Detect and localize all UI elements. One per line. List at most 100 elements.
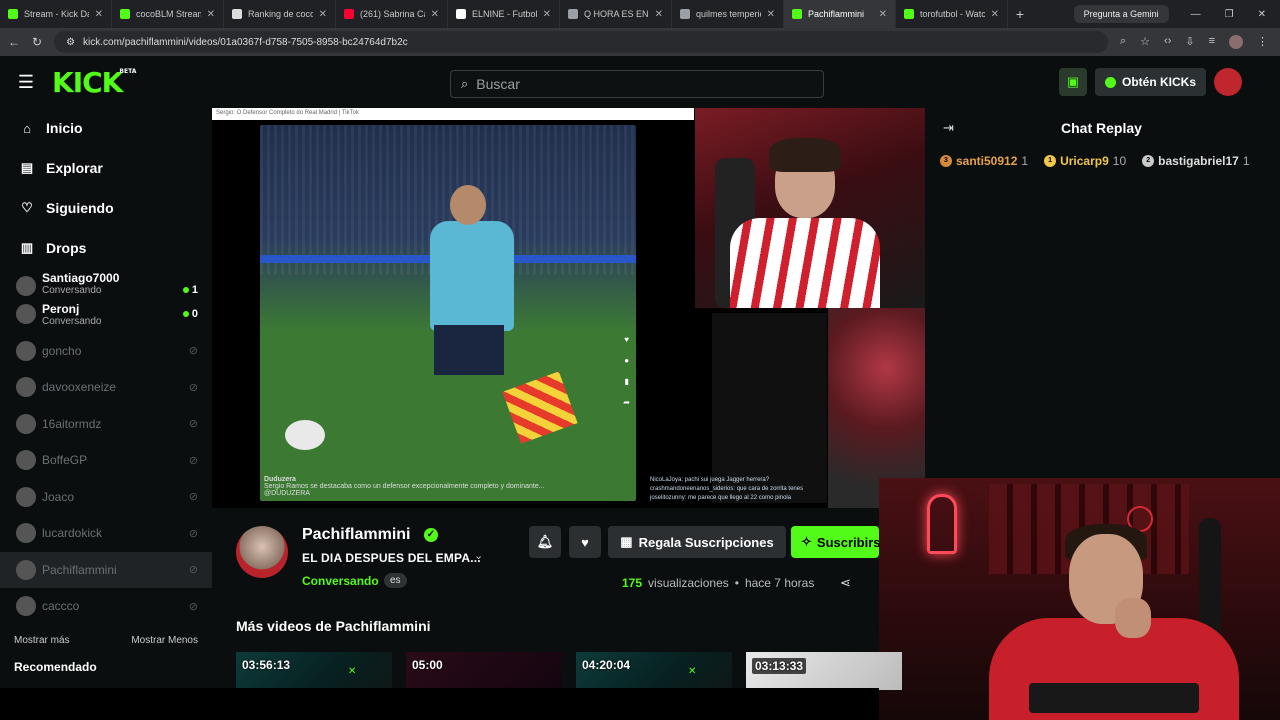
kick-logo[interactable]: KICK BETA — [52, 66, 136, 99]
search-input[interactable] — [476, 76, 777, 92]
chevron-down-icon[interactable]: ⌄ — [474, 549, 483, 562]
channel-avatar — [16, 413, 36, 434]
followed-channel[interactable]: Joaco ⊘ — [0, 479, 212, 516]
tab-close-icon[interactable]: ✕ — [431, 9, 439, 20]
hamburger-menu-icon[interactable]: ☰ — [0, 72, 52, 93]
video-duration: 03:56:13 — [242, 658, 291, 672]
tiktok-caption: Duduzera Sergio Ramos se destacaba como … — [264, 476, 545, 497]
leaderboard-entry[interactable]: 3 santi50912 1 — [940, 154, 1028, 168]
tab-favicon-icon — [344, 9, 354, 19]
tab-close-icon[interactable]: ✕ — [655, 9, 663, 20]
tab-close-icon[interactable]: ✕ — [319, 9, 327, 20]
sidebar-nav-siguiendo[interactable]: ♡ Siguiendo — [0, 188, 212, 228]
followed-channel[interactable]: caccco ⊘ — [0, 588, 212, 625]
browser-tab[interactable]: Pachiflammini ✕ — [784, 0, 896, 28]
media-icon[interactable]: ≡ — [1209, 35, 1215, 49]
video-player[interactable]: Sergio: O Defensor Completo do Real Madr… — [212, 108, 925, 508]
tab-close-icon[interactable]: ✕ — [95, 9, 103, 20]
comment-icon: ● — [624, 356, 630, 365]
gift-subs-button[interactable]: ▦ Regala Suscripciones — [608, 526, 786, 558]
channel-name: 16aitormdz — [42, 416, 102, 431]
browser-tab[interactable]: quilmes temperie ✕ — [672, 0, 784, 28]
code-icon[interactable]: ‹› — [1164, 35, 1171, 49]
download-icon[interactable]: ⇩ — [1185, 35, 1194, 49]
keyboard — [1029, 683, 1199, 713]
restore-icon[interactable]: ❐ — [1225, 9, 1234, 20]
collapse-chat-icon[interactable]: ⇥ — [943, 120, 954, 136]
show-more-link[interactable]: Mostrar más — [14, 635, 70, 646]
nav-label: Siguiendo — [46, 200, 114, 216]
category-link[interactable]: Conversando — [302, 574, 379, 588]
tiktok-embed: ♥ ● ▮ ➦ Duduzera Sergio Ramos se destacaba … — [260, 125, 636, 501]
sidebar-nav-drops[interactable]: ▥ Drops — [0, 228, 212, 268]
tab-close-icon[interactable]: ✕ — [991, 9, 999, 20]
followed-channel[interactable]: 16aitormdz ⊘ — [0, 406, 212, 443]
sidebar-nav-explorar[interactable]: ▤ Explorar — [0, 148, 212, 188]
followed-channel[interactable]: lucardokick ⊘ — [0, 515, 212, 552]
offline-icon: ⊘ — [188, 491, 198, 504]
channel-name[interactable]: Pachiflammini — [302, 526, 410, 544]
followed-channel[interactable]: Peronj Conversando 0 — [0, 296, 212, 333]
browser-tab[interactable]: torofutbol - Watch ✕ — [896, 0, 1008, 28]
show-less-link[interactable]: Mostrar Menos — [131, 635, 198, 646]
subscribe-button[interactable]: ✧Suscribirse — [791, 526, 879, 558]
browser-tab[interactable]: (261) Sabrina Carp ✕ — [336, 0, 448, 28]
video-thumbnail[interactable]: 03:56:13 ✕ — [236, 652, 392, 690]
overlay-chat-line: crashmandoneenanos_siderios: que cara de… — [650, 486, 804, 492]
back-icon[interactable]: ← — [8, 35, 20, 49]
follow-button[interactable]: ♥ — [569, 526, 601, 558]
notification-bell-button[interactable]: 🔔︎ — [529, 526, 561, 558]
bookmark-star-icon[interactable]: ☆ — [1140, 35, 1150, 49]
leader-count: 1 — [1242, 154, 1250, 168]
followed-channel[interactable]: Santiago7000 Conversando 1 — [0, 270, 212, 296]
channel-avatar[interactable] — [236, 526, 288, 578]
reload-icon[interactable]: ↻ — [32, 35, 42, 49]
followed-channel[interactable]: davooxeneize ⊘ — [0, 369, 212, 406]
tab-close-icon[interactable]: ✕ — [767, 9, 775, 20]
stream-browser-strip: Sergio: O Defensor Completo do Real Madr… — [212, 108, 694, 120]
tab-close-icon[interactable]: ✕ — [543, 9, 551, 20]
video-duration: 03:13:33 — [752, 658, 807, 674]
tab-close-icon[interactable]: ✕ — [207, 9, 215, 20]
gemini-button[interactable]: Pregunta a Gemini — [1073, 5, 1169, 23]
zoom-icon[interactable]: ⌕ — [1120, 35, 1126, 49]
browser-tab[interactable]: Stream - Kick Dash ✕ — [0, 0, 112, 28]
share-icon[interactable]: ⋖ — [840, 575, 851, 591]
browser-tab[interactable]: cocoBLM Stream ✕ — [112, 0, 224, 28]
tab-title: quilmes temperie — [696, 9, 761, 19]
video-thumbnail[interactable]: 04:20:04 ✕ — [576, 652, 732, 690]
video-thumbnail[interactable]: 03:13:33 — [746, 652, 902, 690]
site-info-icon[interactable]: ⚙ — [66, 37, 75, 48]
tab-favicon-icon — [680, 9, 690, 19]
followed-channel[interactable]: goncho ⊘ — [0, 333, 212, 370]
new-tab-button[interactable]: + — [1008, 6, 1032, 22]
leader-name: santi50912 — [956, 154, 1018, 168]
menu-kebab-icon[interactable]: ⋮ — [1257, 35, 1268, 49]
profile-avatar[interactable] — [1229, 35, 1243, 49]
followed-channel[interactable]: Pachiflammini ⊘ — [0, 551, 212, 588]
followed-channel[interactable]: BoffeGP ⊘ — [0, 442, 212, 479]
offline-icon: ⊘ — [188, 564, 198, 577]
channel-avatar — [16, 559, 36, 580]
user-avatar[interactable] — [1214, 68, 1242, 96]
address-bar[interactable]: ⚙ kick.com/pachiflammini/videos/01a0367f… — [54, 31, 1108, 53]
close-window-icon[interactable]: ✕ — [1258, 9, 1266, 20]
gift-icon[interactable]: ▣ — [1058, 68, 1087, 96]
leaderboard-entry[interactable]: 1 Uricarp9 10 — [1044, 154, 1126, 168]
bell-icon: 🔔︎ — [536, 534, 554, 549]
channel-name: Santiago7000 — [42, 271, 120, 285]
get-kicks-button[interactable]: Obtén KICKs — [1094, 68, 1206, 96]
channel-category: Conversando — [42, 315, 102, 327]
bookmark-icon: ▮ — [624, 377, 629, 386]
browser-tab[interactable]: Ranking de cocob ✕ — [224, 0, 336, 28]
leaderboard-entry[interactable]: 2 bastigabriel17 1 — [1142, 154, 1250, 168]
channel-avatar — [16, 377, 36, 398]
minimize-icon[interactable]: — — [1191, 9, 1201, 20]
overlay-chat-line: joselitozunny: me parece que llego al 22… — [650, 495, 792, 501]
sidebar-nav-inicio[interactable]: ⌂ Inicio — [0, 108, 212, 148]
browser-tab[interactable]: Q HORA ES EN PE ✕ — [560, 0, 672, 28]
video-thumbnail[interactable]: 05:00 — [406, 652, 562, 690]
browser-tab[interactable]: ELNINE - Futbol e ✕ — [448, 0, 560, 28]
tab-close-icon[interactable]: ✕ — [879, 9, 887, 20]
bottom-bar — [0, 688, 879, 720]
